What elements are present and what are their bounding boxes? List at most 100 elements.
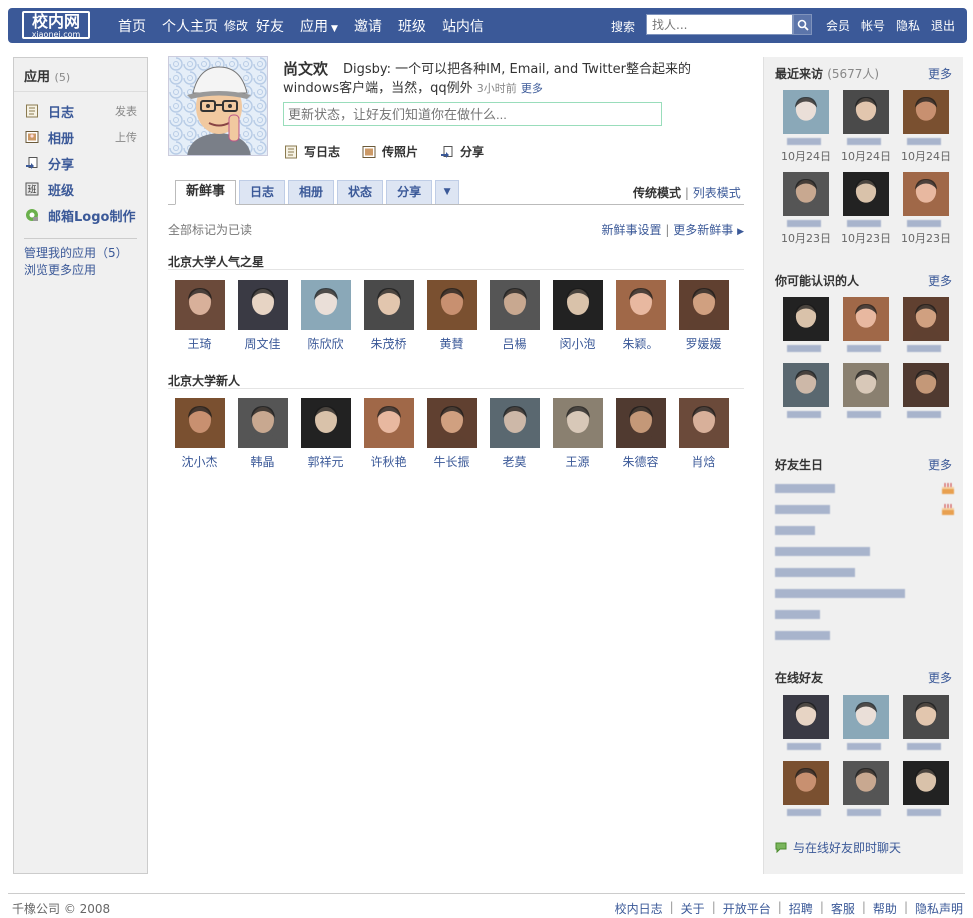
person-card[interactable]: 韩晶 bbox=[231, 398, 294, 470]
person-card[interactable]: 朱德容 bbox=[609, 398, 672, 470]
person-card[interactable]: 沈小杰 bbox=[168, 398, 231, 470]
tab-album[interactable]: 相册 bbox=[288, 180, 335, 204]
friend-photo[interactable] bbox=[783, 363, 829, 407]
person-card[interactable]: 陈欣欣 bbox=[294, 280, 357, 352]
album-upload-link[interactable]: 上传 bbox=[115, 129, 137, 145]
feed-settings-link[interactable]: 新鲜事设置 bbox=[602, 223, 662, 237]
friend-cell[interactable]: 10月23日 bbox=[896, 172, 956, 246]
status-update-input[interactable] bbox=[283, 102, 662, 126]
person-name[interactable]: 朱茂桥 bbox=[357, 335, 420, 352]
person-photo[interactable] bbox=[552, 280, 603, 330]
person-name[interactable]: 朱颖。 bbox=[609, 335, 672, 352]
profile-avatar[interactable] bbox=[168, 56, 268, 156]
friend-name-blurred[interactable] bbox=[836, 408, 896, 421]
birthday-item[interactable] bbox=[775, 629, 955, 650]
friend-name-blurred[interactable] bbox=[836, 740, 896, 753]
friend-name-blurred[interactable] bbox=[776, 740, 836, 753]
person-photo[interactable] bbox=[426, 398, 477, 448]
share-button[interactable]: 分享 bbox=[440, 143, 484, 160]
person-photo[interactable] bbox=[489, 398, 540, 448]
nav-vip[interactable]: 会员 bbox=[826, 17, 850, 34]
app-item-class[interactable]: 班 班级 bbox=[14, 176, 147, 202]
birthday-item[interactable] bbox=[775, 482, 955, 503]
upload-photo-button[interactable]: 传照片 bbox=[362, 143, 418, 160]
search-button[interactable] bbox=[793, 14, 812, 35]
friend-photo[interactable] bbox=[903, 172, 949, 216]
friend-photo[interactable] bbox=[843, 695, 889, 739]
person-photo[interactable] bbox=[300, 280, 351, 330]
friend-photo[interactable] bbox=[903, 297, 949, 341]
person-card[interactable]: 老莫 bbox=[483, 398, 546, 470]
friend-photo[interactable] bbox=[783, 297, 829, 341]
person-card[interactable]: 朱茂桥 bbox=[357, 280, 420, 352]
app-item-mail-logo[interactable]: 邮箱Logo制作 bbox=[14, 202, 147, 228]
nav-logout[interactable]: 退出 bbox=[931, 17, 955, 34]
person-card[interactable]: 罗媛媛 bbox=[672, 280, 735, 352]
friend-name-blurred[interactable] bbox=[896, 135, 956, 148]
person-name[interactable]: 王琦 bbox=[168, 335, 231, 352]
tab-share[interactable]: 分享 bbox=[386, 180, 433, 204]
person-name[interactable]: 沈小杰 bbox=[168, 453, 231, 470]
footer-link[interactable]: 客服 bbox=[831, 900, 855, 917]
person-card[interactable]: 郭祥元 bbox=[294, 398, 357, 470]
person-photo[interactable] bbox=[363, 398, 414, 448]
recent-visitors-more-link[interactable]: 更多 bbox=[928, 65, 952, 82]
footer-link[interactable]: 招聘 bbox=[789, 900, 813, 917]
person-name[interactable]: 黄賛 bbox=[420, 335, 483, 352]
birthday-item[interactable] bbox=[775, 587, 955, 608]
person-photo[interactable] bbox=[489, 280, 540, 330]
friend-photo[interactable] bbox=[903, 695, 949, 739]
friend-cell[interactable] bbox=[896, 695, 956, 753]
write-journal-button[interactable]: 写日志 bbox=[284, 143, 340, 160]
person-card[interactable]: 牛长振 bbox=[420, 398, 483, 470]
friend-name-blurred[interactable] bbox=[836, 135, 896, 148]
friend-name-blurred[interactable] bbox=[776, 135, 836, 148]
app-label-class[interactable]: 班级 bbox=[48, 180, 74, 199]
birthday-item[interactable] bbox=[775, 503, 955, 524]
person-name[interactable]: 老莫 bbox=[483, 453, 546, 470]
friend-name-blurred[interactable] bbox=[776, 408, 836, 421]
friend-name-blurred[interactable] bbox=[896, 217, 956, 230]
friend-cell[interactable] bbox=[836, 695, 896, 753]
more-feed-link[interactable]: 更多新鲜事 bbox=[673, 223, 733, 237]
nav-messages[interactable]: 站内信 bbox=[442, 16, 484, 36]
birthday-item[interactable] bbox=[775, 545, 955, 566]
person-name[interactable]: 王源 bbox=[546, 453, 609, 470]
may-know-more-link[interactable]: 更多 bbox=[928, 272, 952, 289]
person-card[interactable]: 周文佳 bbox=[231, 280, 294, 352]
nav-home[interactable]: 首页 bbox=[118, 16, 146, 36]
person-card[interactable]: 肖焓 bbox=[672, 398, 735, 470]
friend-cell[interactable] bbox=[836, 297, 896, 355]
person-name[interactable]: 吕楊 bbox=[483, 335, 546, 352]
person-name[interactable]: 朱德容 bbox=[609, 453, 672, 470]
person-photo[interactable] bbox=[678, 280, 729, 330]
friend-cell[interactable] bbox=[896, 363, 956, 421]
friend-name-blurred[interactable] bbox=[896, 342, 956, 355]
friend-cell[interactable]: 10月24日 bbox=[836, 90, 896, 164]
tab-news-feed[interactable]: 新鲜事 bbox=[175, 180, 237, 205]
nav-friends[interactable]: 好友 bbox=[256, 16, 284, 36]
person-photo[interactable] bbox=[615, 398, 666, 448]
tab-status[interactable]: 状态 bbox=[337, 180, 384, 204]
friend-photo[interactable] bbox=[903, 761, 949, 805]
friend-photo[interactable] bbox=[843, 297, 889, 341]
friend-photo[interactable] bbox=[903, 90, 949, 134]
friend-photo[interactable] bbox=[843, 363, 889, 407]
friend-name-blurred[interactable] bbox=[776, 217, 836, 230]
friend-name-blurred[interactable] bbox=[776, 806, 836, 819]
person-card[interactable]: 吕楊 bbox=[483, 280, 546, 352]
app-item-album[interactable]: 相册 上传 bbox=[14, 124, 147, 150]
nav-invite[interactable]: 邀请 bbox=[354, 16, 382, 36]
friend-name-blurred[interactable] bbox=[896, 806, 956, 819]
person-photo[interactable] bbox=[237, 398, 288, 448]
friend-cell[interactable] bbox=[776, 695, 836, 753]
person-card[interactable]: 黄賛 bbox=[420, 280, 483, 352]
friend-photo[interactable] bbox=[843, 761, 889, 805]
app-label-journal[interactable]: 日志 bbox=[48, 102, 74, 121]
person-photo[interactable] bbox=[426, 280, 477, 330]
tab-journal[interactable]: 日志 bbox=[239, 180, 286, 204]
friend-cell[interactable]: 10月23日 bbox=[776, 172, 836, 246]
friend-cell[interactable] bbox=[896, 761, 956, 819]
person-card[interactable]: 王源 bbox=[546, 398, 609, 470]
friend-name-blurred[interactable] bbox=[836, 806, 896, 819]
